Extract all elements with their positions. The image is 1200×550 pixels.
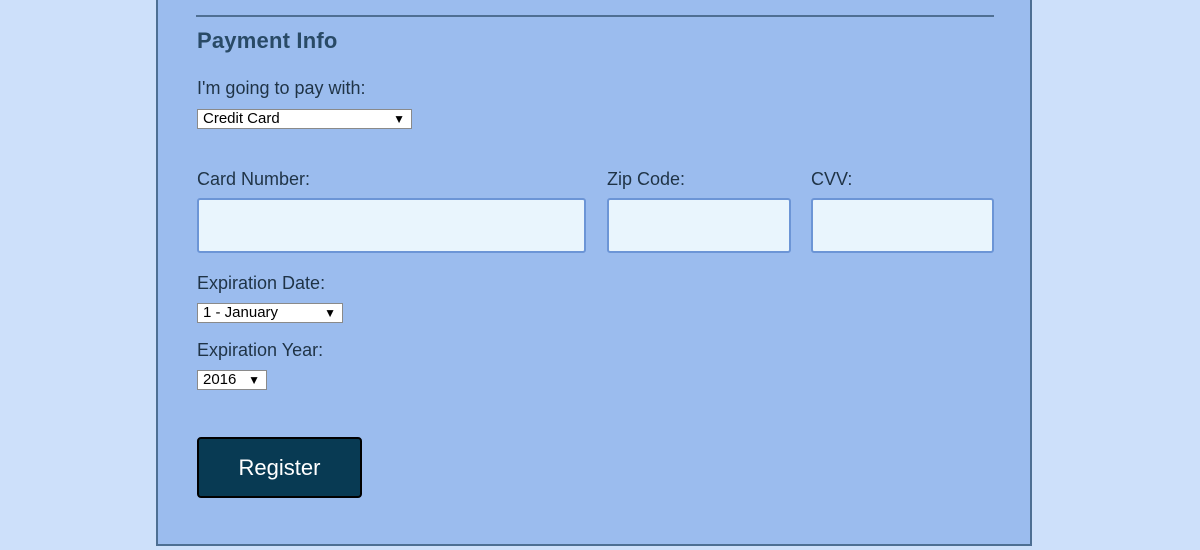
chevron-down-icon: ▼ (248, 373, 260, 387)
payment-method-value: Credit Card (203, 110, 280, 127)
zip-code-input[interactable] (607, 198, 791, 253)
payment-method-select[interactable]: Credit Card ▼ (197, 109, 412, 129)
chevron-down-icon: ▼ (324, 306, 336, 320)
payment-method-label: I'm going to pay with: (197, 78, 366, 98)
card-number-label: Card Number: (197, 169, 311, 189)
zip-code-label: Zip Code: (607, 169, 686, 189)
expiration-date-value: 1 - January (203, 304, 279, 321)
card-number-input[interactable] (197, 198, 586, 253)
expiration-year-label: Expiration Year: (197, 340, 324, 360)
expiration-date-select[interactable]: 1 - January ▼ (197, 303, 343, 323)
expiration-date-label: Expiration Date: (197, 273, 326, 293)
cvv-label: CVV: (811, 169, 853, 189)
page: Payment Info I'm going to pay with: Cred… (0, 0, 1200, 550)
expiration-year-value: 2016 (203, 371, 237, 388)
cvv-input[interactable] (811, 198, 994, 253)
section-title: Payment Info (197, 28, 338, 53)
chevron-down-icon: ▼ (393, 112, 405, 126)
register-button[interactable]: Register (197, 437, 362, 498)
section-divider (196, 15, 994, 17)
expiration-year-select[interactable]: 2016 ▼ (197, 370, 267, 390)
